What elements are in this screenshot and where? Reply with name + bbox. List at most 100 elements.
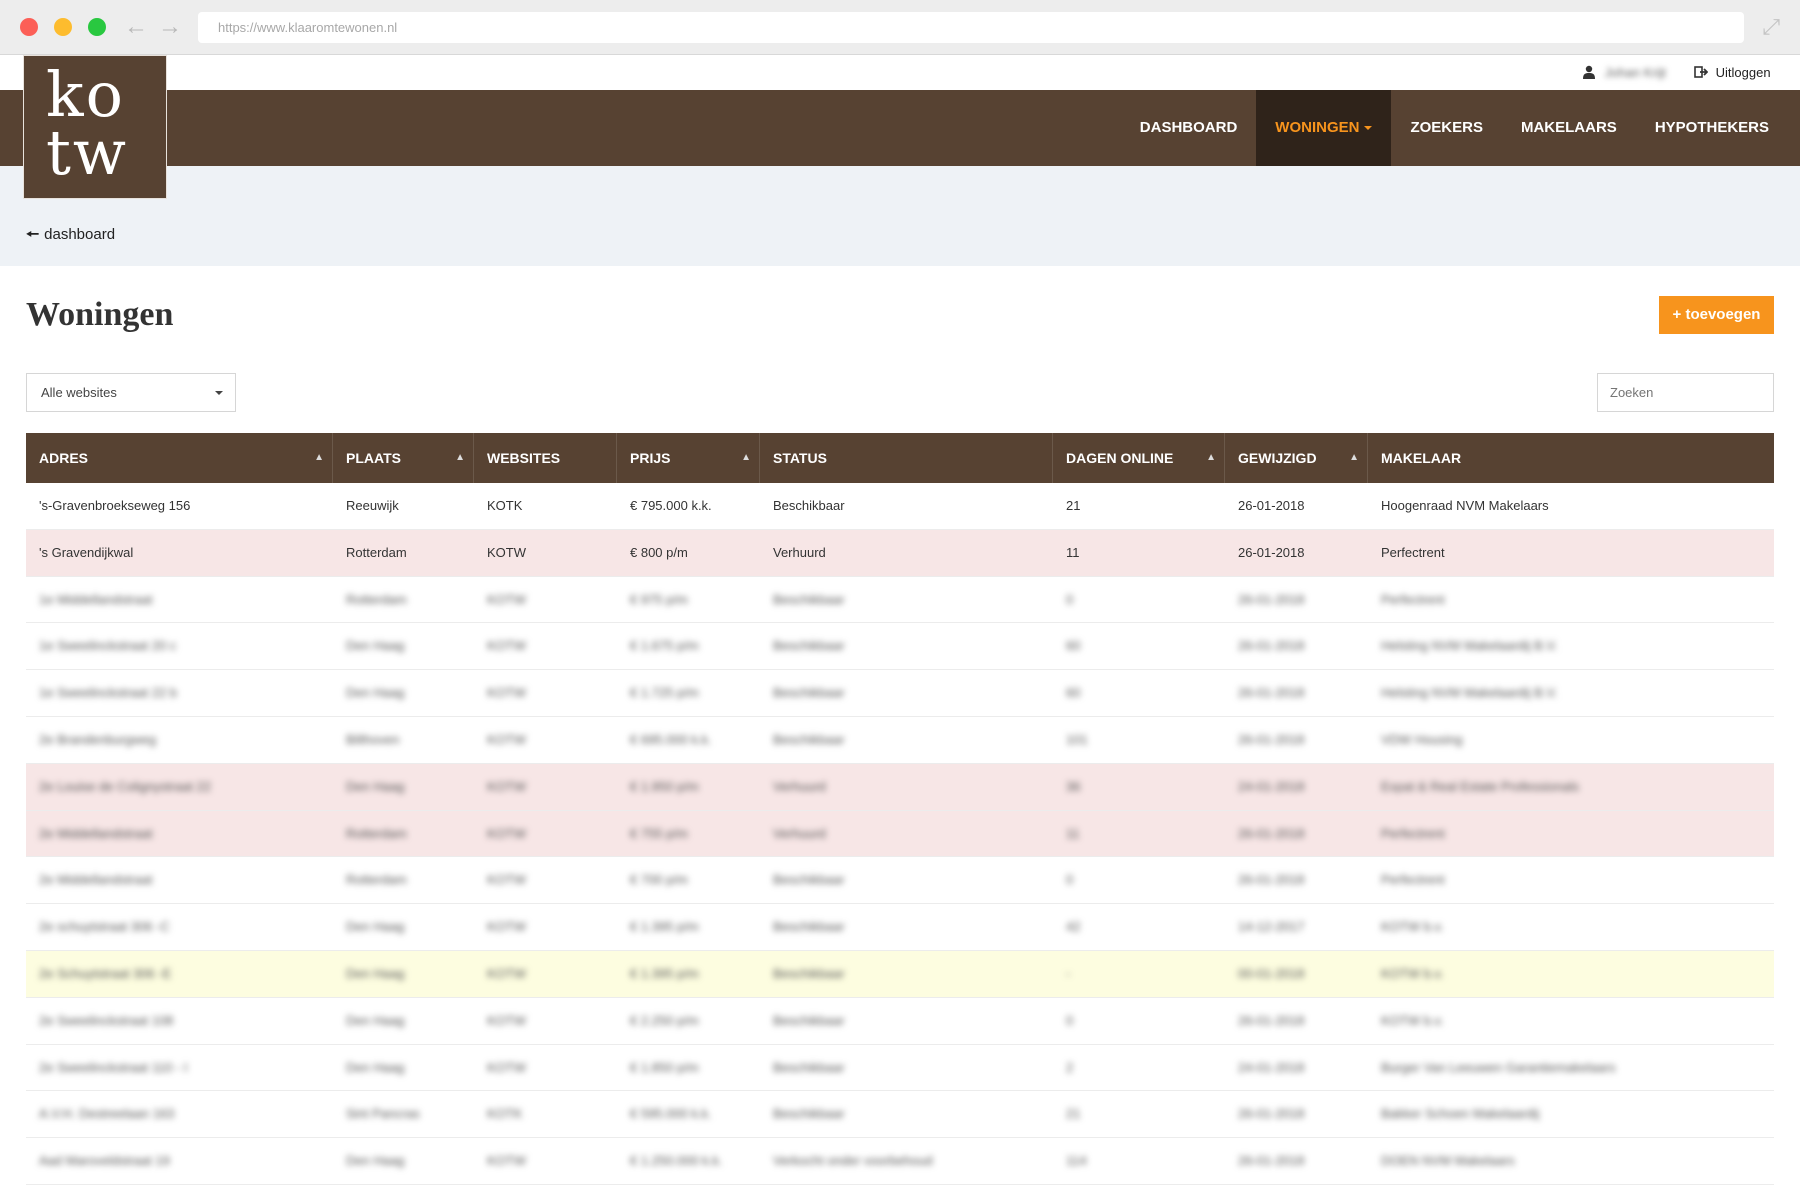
cell-adres: 's-Gravenbroekseweg 156	[39, 498, 191, 513]
close-window-button[interactable]	[20, 18, 38, 36]
cell-adres: 2e schuytstraat 306 -C	[39, 919, 170, 935]
website-select-value: Alle websites	[41, 385, 117, 400]
cell-prijs: € 595.000 k.k.	[630, 1106, 712, 1122]
nav-item-woningen[interactable]: WONINGEN	[1256, 90, 1392, 166]
table-row[interactable]: A.V.H. Destreelaan 163 Sint Pancras KOTK € …	[26, 1091, 1774, 1139]
table-row[interactable]: 's-Gravenbroekseweg 156 Reeuwijk KOTK € 795…	[26, 483, 1774, 530]
cell-status: Beschikbaar	[773, 591, 845, 607]
cell-status: Beschikbaar	[773, 919, 845, 935]
cell-websites: KOTK	[487, 1106, 523, 1122]
website-select[interactable]: Alle websites	[26, 373, 236, 412]
table-row[interactable]: 1e Middellandstraat Rotterdam KOTW € 975 p/…	[26, 577, 1774, 624]
cell-makelaar: KOTW b.v.	[1381, 965, 1444, 981]
cell-dagen: 114	[1066, 1153, 1087, 1169]
maximize-window-button[interactable]	[88, 18, 106, 36]
cell-dagen: 0	[1066, 1012, 1074, 1028]
cell-plaats: Den Haag	[346, 965, 405, 981]
table-row[interactable]: 2e schuytstraat 306 -C Den Haag KOTW € 1.39…	[26, 904, 1774, 951]
cell-gewijzigd: 24-01-2018	[1238, 1059, 1305, 1075]
cell-status: Beschikbaar	[773, 498, 845, 513]
cell-makelaar: Bakker Schoen Makelaardij	[1381, 1106, 1540, 1122]
browser-chrome: ← → https://www.klaaromtewonen.nl ⤢	[0, 0, 1800, 55]
cell-websites: KOTW	[487, 1012, 526, 1028]
cell-adres: 1e Sweelinckstraat 20 c	[39, 638, 177, 654]
cell-prijs: € 1.850 p/m	[630, 1059, 699, 1075]
table-body: 's-Gravenbroekseweg 156 Reeuwijk KOTK € 795…	[26, 483, 1774, 1185]
cell-makelaar: Expat & Real Estate Professionals	[1381, 778, 1579, 794]
table-row[interactable]: 2e Middellandstraat Rotterdam KOTW € 700 p/…	[26, 857, 1774, 905]
cell-makelaar: KOTW b.v.	[1381, 919, 1444, 935]
table-row[interactable]: 1e Sweelinckstraat 20 c Den Haag KOTW € 1.6…	[26, 623, 1774, 671]
nav-item-dashboard[interactable]: DASHBOARD	[1121, 90, 1257, 166]
sort-icon: ▲	[741, 452, 751, 463]
cell-plaats: Sint Pancras	[346, 1106, 420, 1122]
cell-makelaar: Helsting NVM Makelaardij B.V.	[1381, 685, 1558, 701]
cell-adres: 2e Sweelinckstraat 110 - I	[39, 1059, 188, 1075]
cell-plaats: Den Haag	[346, 1059, 405, 1075]
forward-arrow-icon[interactable]: →	[158, 12, 182, 42]
cell-plaats: Bilthoven	[346, 731, 400, 747]
nav-item-makelaars[interactable]: MAKELAARS	[1502, 90, 1636, 166]
cell-status: Verhuurd	[773, 778, 826, 794]
cell-dagen: 36	[1066, 778, 1081, 794]
cell-makelaar: Burger Van Leeuwen Garantiemakelaars	[1381, 1059, 1616, 1075]
logout-label: Uitloggen	[1715, 65, 1771, 80]
table-row[interactable]: 2e Middellandstraat Rotterdam KOTW € 755 p/…	[26, 810, 1774, 858]
table-row[interactable]: 2e Schuytstraat 306 -E Den Haag KOTW € 1.39…	[26, 950, 1774, 998]
minimize-window-button[interactable]	[54, 18, 72, 36]
logout-link[interactable]: Uitloggen	[1694, 65, 1771, 80]
kotw-logo[interactable]: ko tw	[23, 55, 167, 199]
cell-dagen: 0	[1066, 591, 1074, 607]
cell-gewijzigd: 26-01-2018	[1238, 1106, 1305, 1122]
cell-gewijzigd: 26-01-2018	[1238, 591, 1305, 607]
column-header-plaats[interactable]: PLAATS ▲​	[333, 433, 474, 483]
table-row[interactable]: 's Gravendijkwal Rotterdam KOTW € 800 p/m Ve…	[26, 529, 1774, 577]
logo-line-2: tw	[46, 116, 128, 189]
column-header-prijs[interactable]: PRIJS ▲	[617, 433, 760, 483]
cell-plaats: Rotterdam	[346, 591, 407, 607]
cell-adres: 2e Middellandstraat	[39, 825, 153, 841]
cell-dagen: 0	[1066, 872, 1074, 888]
column-header-gewijzigd[interactable]: GEWIJZIGD ▲	[1225, 433, 1368, 483]
cell-status: Beschikbaar	[773, 1059, 845, 1075]
column-header-adres[interactable]: ADRES ▲	[26, 433, 333, 483]
cell-prijs: € 1.725 p/m	[630, 685, 699, 701]
fullscreen-icon[interactable]: ⤢	[1762, 14, 1780, 40]
column-header-label: GEWIJZIGD	[1238, 450, 1317, 466]
address-bar[interactable]: https://www.klaaromtewonen.nl	[198, 12, 1744, 43]
cell-gewijzigd: 26-01-2018	[1238, 1012, 1305, 1028]
cell-gewijzigd: 24-01-2018	[1238, 778, 1305, 794]
search-input[interactable]	[1597, 373, 1774, 412]
table-row[interactable]: Aad Maroveldstraat 19 Den Haag KOTW € 1.250…	[26, 1138, 1774, 1185]
table-row[interactable]: 2e Louise de Colignystraat 22 Den Haag KOT…	[26, 763, 1774, 811]
table-row[interactable]: 2e Sweelinckstraat 108 Den Haag KOTW € 2.25…	[26, 998, 1774, 1045]
cell-prijs: € 755 p/m	[630, 825, 688, 841]
nav-item-hypothekers[interactable]: HYPOTHEKERS	[1636, 90, 1788, 166]
add-button[interactable]: + toevoegen	[1659, 296, 1774, 334]
cell-status: Verhuurd	[773, 825, 826, 841]
back-to-dashboard-link[interactable]: 🠔 dashboard	[26, 224, 115, 249]
column-header-label: PLAATS	[346, 450, 401, 466]
cell-plaats: Rotterdam	[346, 544, 407, 560]
nav-item-zoekers[interactable]: ZOEKERS	[1391, 90, 1502, 166]
table-row[interactable]: 2e Sweelinckstraat 110 - I Den Haag KOTW € …	[26, 1045, 1774, 1092]
user-icon	[1583, 65, 1595, 79]
user-menu[interactable]: Johan Krijt	[1583, 65, 1666, 80]
table-row[interactable]: 2e Brandenburgweg Bilthoven KOTW € 695.000 …	[26, 717, 1774, 764]
back-arrow-icon[interactable]: ←	[124, 12, 148, 42]
cell-dagen: 60	[1066, 685, 1081, 701]
column-header-label: ADRES	[39, 450, 89, 466]
column-header-dagen-online[interactable]: DAGEN ONLINE ▲	[1053, 433, 1225, 483]
cell-plaats: Reeuwijk	[346, 498, 399, 513]
table-row[interactable]: 1e Sweelinckstraat 22 b Den Haag KOTW € 1.7…	[26, 670, 1774, 717]
caret-down-icon	[215, 391, 223, 395]
cell-adres: 2e Schuytstraat 306 -E	[39, 965, 172, 981]
cell-makelaar: KOTW b.v.	[1381, 1012, 1444, 1028]
logout-icon	[1694, 66, 1708, 78]
cell-websites: KOTW	[487, 638, 526, 654]
cell-gewijzigd: 26-01-2018	[1238, 872, 1305, 888]
cell-makelaar: VDW Housing	[1381, 731, 1463, 747]
cell-status: Beschikbaar	[773, 731, 845, 747]
cell-websites: KOTW	[487, 1059, 526, 1075]
cell-prijs: € 800 p/m	[630, 544, 688, 560]
